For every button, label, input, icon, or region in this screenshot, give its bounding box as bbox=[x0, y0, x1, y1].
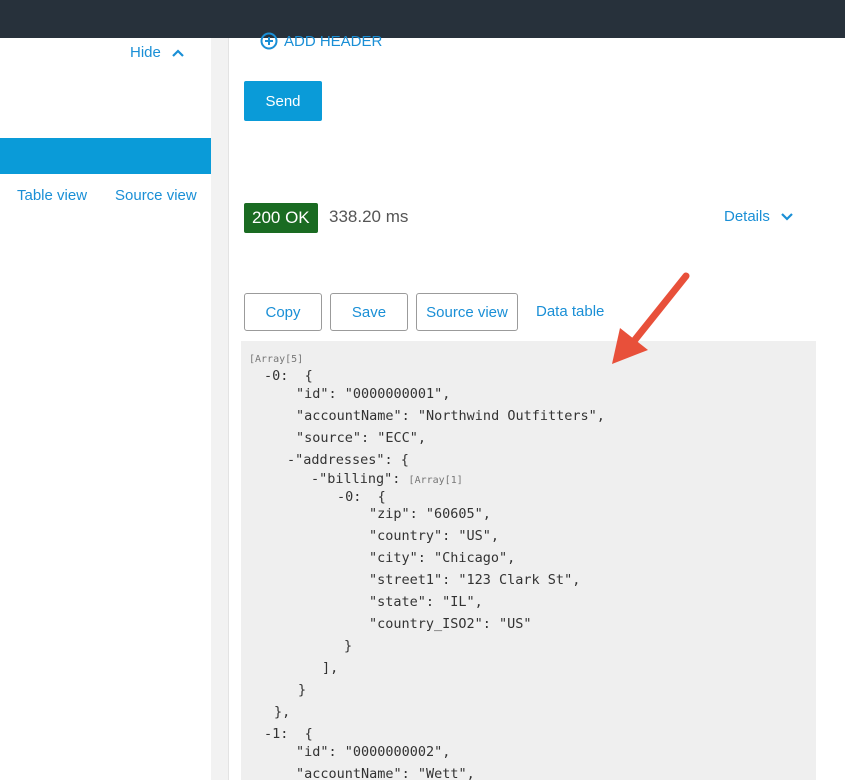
code-line: "accountName": "Wett", bbox=[296, 766, 475, 780]
code-line: "street1": "123 Clark St", bbox=[369, 572, 581, 588]
collapse-toggle[interactable]: -"addresses": { bbox=[287, 452, 409, 468]
hide-toggle[interactable]: Hide bbox=[130, 44, 185, 61]
add-header-button[interactable]: ADD HEADER bbox=[260, 32, 382, 50]
collapse-toggle[interactable]: -0: { bbox=[337, 489, 386, 505]
code-line: [Array[5] bbox=[249, 350, 303, 366]
chevron-up-icon bbox=[172, 48, 184, 57]
code-line: } bbox=[344, 638, 353, 654]
code-line: }, bbox=[274, 704, 291, 720]
plus-circle-icon bbox=[260, 32, 278, 50]
source-view-link[interactable]: Source view bbox=[115, 187, 197, 204]
code-line: "zip": "60605", bbox=[369, 506, 491, 522]
code-line: "city": "Chicago", bbox=[369, 550, 516, 566]
annotation-arrow-icon bbox=[612, 272, 690, 364]
panel-divider bbox=[211, 38, 229, 780]
response-body: [Array[5] -0: { "id": "0000000001", "acc… bbox=[241, 341, 816, 780]
top-bar bbox=[0, 0, 845, 38]
table-view-link[interactable]: Table view bbox=[17, 187, 87, 204]
billing-key: -"billing": bbox=[311, 471, 409, 487]
code-line: "accountName": "Northwind Outfitters", bbox=[296, 408, 605, 424]
selected-item-bar[interactable] bbox=[0, 138, 211, 174]
collapse-toggle[interactable]: -0: { bbox=[264, 368, 313, 384]
code-line: ], bbox=[322, 660, 339, 676]
code-line: } bbox=[298, 682, 307, 698]
collapse-toggle[interactable]: -1: { bbox=[264, 726, 313, 742]
details-toggle[interactable]: Details bbox=[724, 208, 794, 225]
copy-button[interactable]: Copy bbox=[244, 293, 322, 331]
code-line: "country": "US", bbox=[369, 528, 500, 544]
status-badge: 200 OK bbox=[244, 203, 318, 233]
code-line: "country_ISO2": "US" bbox=[369, 616, 532, 632]
array-tag: [Array[1] bbox=[408, 475, 463, 486]
code-line: "state": "IL", bbox=[369, 594, 483, 610]
collapse-toggle[interactable]: -"billing": [Array[1] bbox=[311, 471, 463, 487]
save-button[interactable]: Save bbox=[330, 293, 408, 331]
data-table-link[interactable]: Data table bbox=[536, 303, 604, 320]
code-line: "id": "0000000001", bbox=[296, 386, 451, 402]
array-tag: [Array[5] bbox=[249, 354, 304, 365]
hide-label: Hide bbox=[130, 44, 161, 61]
source-view-button[interactable]: Source view bbox=[416, 293, 518, 331]
code-line: "id": "0000000002", bbox=[296, 744, 451, 760]
chevron-down-icon bbox=[781, 212, 793, 221]
details-label: Details bbox=[724, 208, 770, 225]
add-header-label: ADD HEADER bbox=[284, 32, 383, 50]
code-line: "source": "ECC", bbox=[296, 430, 427, 446]
send-button[interactable]: Send bbox=[244, 81, 322, 121]
response-time: 338.20 ms bbox=[329, 207, 409, 226]
